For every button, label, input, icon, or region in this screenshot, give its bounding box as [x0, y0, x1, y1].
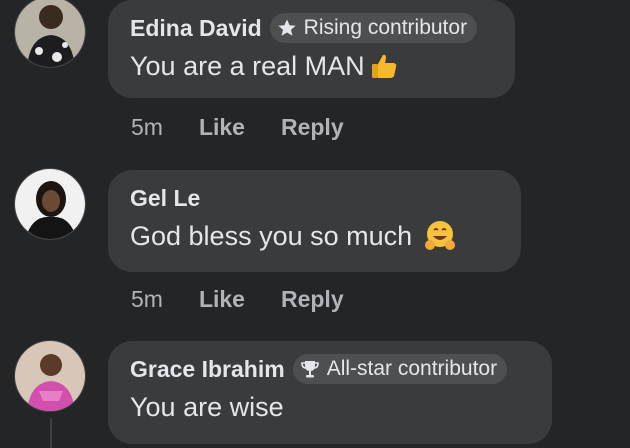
- comment-bubble[interactable]: Grace Ibrahim All-star contributor You a…: [108, 341, 552, 444]
- comment-time: 5m: [131, 286, 163, 312]
- star-icon: [276, 17, 298, 39]
- reply-button[interactable]: Reply: [281, 286, 344, 313]
- trophy-icon: [299, 358, 321, 380]
- badge-label: Rising contributor: [303, 16, 468, 39]
- comment-actions: 5m Like Reply: [131, 286, 380, 313]
- comment-time: 5m: [131, 114, 163, 140]
- comment-bubble[interactable]: Gel Le God bless you so much: [108, 170, 521, 272]
- comment-text: You are a real MAN: [130, 50, 365, 81]
- like-button[interactable]: Like: [199, 114, 245, 141]
- avatar[interactable]: [14, 0, 86, 68]
- comment-text: You are wise: [130, 391, 284, 422]
- comment-author[interactable]: Grace Ibrahim: [130, 356, 285, 383]
- contributor-badge[interactable]: Rising contributor: [269, 13, 478, 43]
- comment-bubble[interactable]: Edina David Rising contributor You are a…: [108, 0, 515, 98]
- avatar[interactable]: [14, 168, 86, 240]
- comment-actions: 5m Like Reply: [131, 114, 380, 141]
- contributor-badge[interactable]: All-star contributor: [292, 354, 508, 384]
- badge-label: All-star contributor: [326, 357, 498, 380]
- comment-author[interactable]: Edina David: [130, 15, 262, 42]
- reply-button[interactable]: Reply: [281, 114, 344, 141]
- hugging-face-icon: [422, 218, 458, 254]
- comment-author[interactable]: Gel Le: [130, 185, 200, 212]
- avatar[interactable]: [14, 340, 86, 412]
- like-button[interactable]: Like: [199, 286, 245, 313]
- comment-text: God bless you so much: [130, 220, 413, 251]
- thumbs-up-icon: [369, 51, 399, 81]
